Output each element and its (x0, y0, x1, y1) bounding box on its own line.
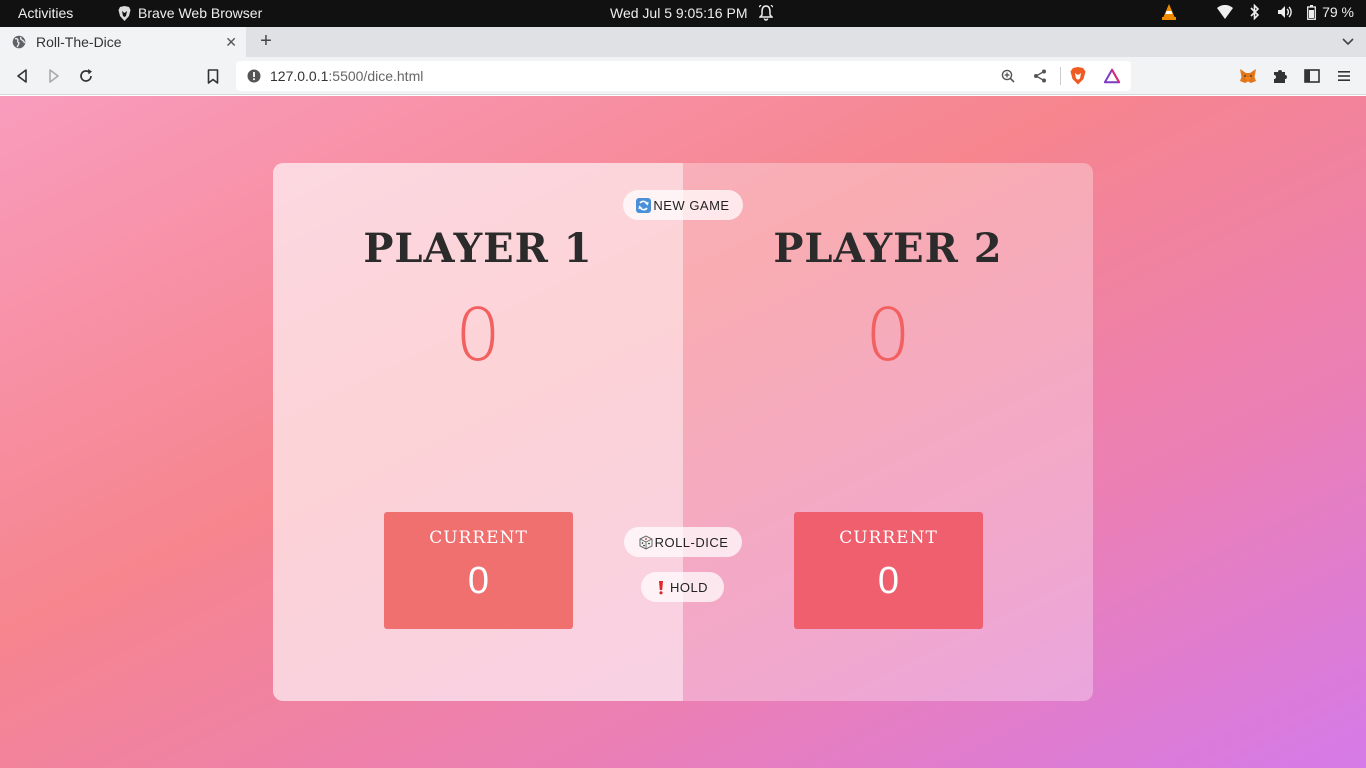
tab-roll-the-dice[interactable]: Roll-The-Dice ✕ (0, 27, 246, 57)
activities-button[interactable]: Activities (18, 5, 73, 21)
zoom-icon[interactable] (1000, 68, 1016, 84)
game-board: PLAYER 1 0 CURRENT 0 PLAYER 2 0 CURRENT … (273, 163, 1093, 701)
tab-title: Roll-The-Dice (36, 34, 122, 50)
wifi-icon[interactable] (1217, 4, 1234, 20)
clock-label: Wed Jul 5 9:05:16 PM (610, 5, 748, 21)
player-2-panel: PLAYER 2 0 CURRENT 0 (683, 163, 1093, 701)
player-1-current-score: 0 (467, 560, 490, 602)
reload-icon (80, 69, 92, 82)
sidebar-toggle-button[interactable] (1302, 66, 1322, 86)
system-top-bar: Activities Brave Web Browser Wed Jul 5 9… (0, 0, 1366, 27)
player-1-current-box: CURRENT 0 (384, 512, 573, 629)
metamask-fox-icon (1240, 69, 1256, 83)
new-tab-button[interactable]: + (256, 30, 276, 53)
app-name-label: Brave Web Browser (138, 5, 263, 21)
tab-strip: Roll-The-Dice ✕ + (0, 27, 1366, 57)
forward-arrow-icon (49, 69, 59, 83)
puzzle-piece-icon (1274, 70, 1287, 83)
battery-icon[interactable]: 79 % (1307, 4, 1354, 20)
bookmark-icon (207, 68, 219, 84)
brave-rewards-icon[interactable] (1104, 68, 1120, 84)
bookmark-button[interactable] (203, 66, 223, 86)
forward-button[interactable] (44, 66, 64, 86)
new-game-button[interactable]: NEW GAME (623, 190, 743, 220)
app-menu[interactable]: Brave Web Browser (118, 5, 262, 21)
tab-search-button[interactable] (1342, 33, 1354, 51)
dice-icon (639, 534, 653, 550)
player-1-panel: PLAYER 1 0 CURRENT 0 (273, 163, 683, 701)
player-2-score: 0 (865, 293, 911, 377)
clock[interactable]: Wed Jul 5 9:05:16 PM (610, 5, 774, 21)
back-button[interactable] (12, 66, 32, 86)
volume-icon[interactable] (1277, 4, 1293, 20)
exclamation-icon (658, 580, 663, 594)
page-background: PLAYER 1 0 CURRENT 0 PLAYER 2 0 CURRENT … (0, 96, 1366, 768)
roll-dice-label: ROLL-DICE (654, 534, 729, 550)
sidebar-panel-icon (1304, 69, 1320, 83)
globe-icon (12, 35, 26, 49)
roll-dice-button[interactable]: ROLL-DICE (624, 527, 742, 557)
url-path: :5500/dice.html (328, 68, 424, 84)
player-1-current-label: CURRENT (429, 528, 528, 548)
vlc-icon[interactable] (1161, 4, 1177, 20)
player-1-score: 0 (455, 293, 501, 377)
close-tab-icon[interactable]: ✕ (225, 34, 237, 51)
player-2-current-label: CURRENT (839, 528, 938, 548)
metamask-extension-button[interactable] (1238, 66, 1258, 86)
player-1-name: PLAYER 1 (363, 225, 593, 272)
battery-percent: 79 % (1322, 4, 1354, 20)
hamburger-menu-icon (1338, 71, 1350, 81)
refresh-arrows-icon (636, 197, 652, 213)
back-arrow-icon (17, 69, 27, 83)
address-bar[interactable]: 127.0.0.1:5500/dice.html (236, 61, 1131, 91)
url-host: 127.0.0.1 (270, 68, 329, 84)
hold-label: HOLD (669, 579, 709, 595)
hold-button[interactable]: HOLD (641, 572, 724, 602)
extensions-button[interactable] (1270, 66, 1290, 86)
new-game-label: NEW GAME (653, 197, 730, 213)
brave-lion-icon (118, 5, 131, 21)
chevron-down-icon (1342, 38, 1354, 46)
brave-shields-icon[interactable] (1070, 67, 1086, 85)
player-2-current-score: 0 (877, 560, 900, 602)
reload-button[interactable] (76, 66, 96, 86)
player-2-name: PLAYER 2 (773, 225, 1003, 272)
system-tray[interactable]: 79 % (1161, 4, 1354, 20)
url-text: 127.0.0.1:5500/dice.html (270, 68, 423, 84)
bluetooth-icon[interactable] (1247, 4, 1263, 20)
url-divider (1060, 67, 1061, 85)
browser-toolbar: 127.0.0.1:5500/dice.html (0, 57, 1366, 95)
player-2-current-box: CURRENT 0 (794, 512, 983, 629)
main-menu-button[interactable] (1334, 66, 1354, 86)
share-icon[interactable] (1032, 68, 1048, 84)
alarm-bell-icon (759, 5, 774, 21)
site-info-icon[interactable] (246, 68, 262, 84)
